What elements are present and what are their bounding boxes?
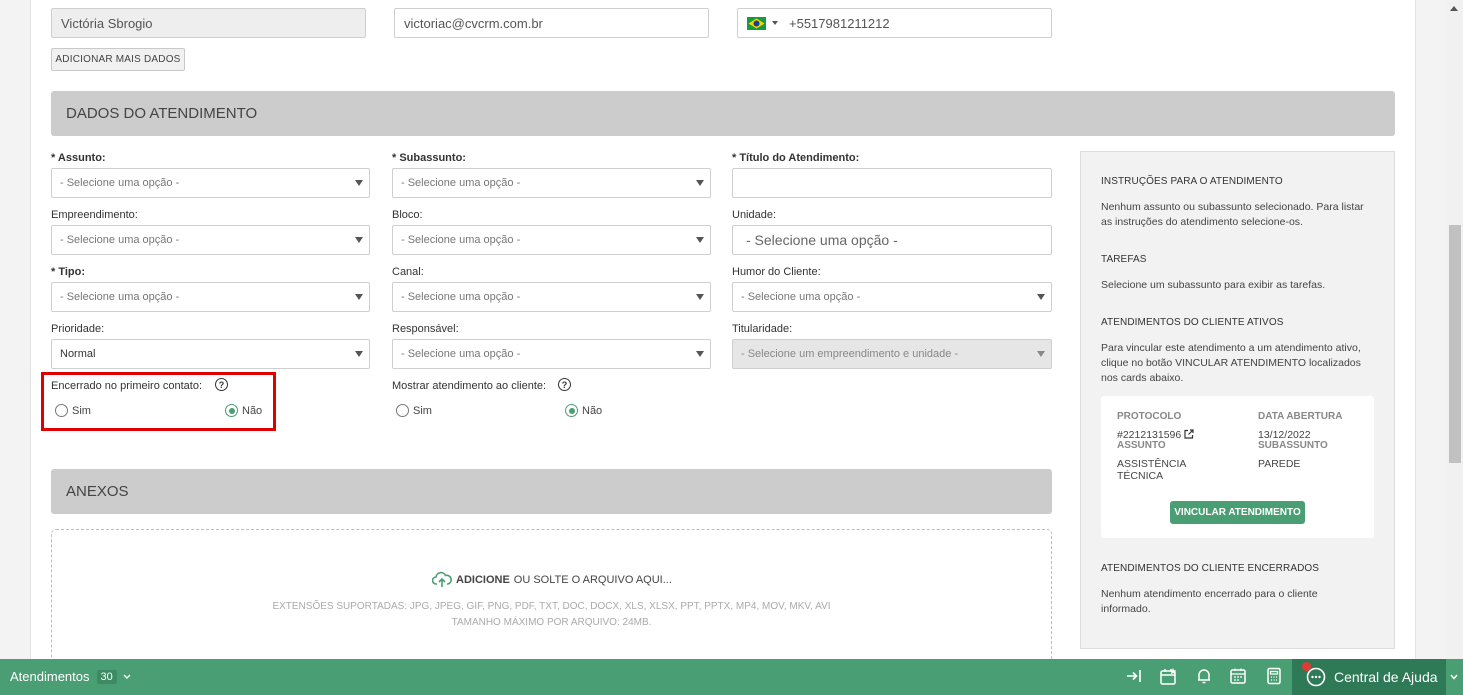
tarefas-title: TAREFAS: [1101, 254, 1147, 265]
prioridade-select[interactable]: Normal: [51, 339, 370, 369]
atendimentos-label: Atendimentos: [10, 669, 90, 684]
mostrar-sim-radio[interactable]: [396, 404, 409, 417]
titulo-input[interactable]: [732, 168, 1052, 198]
ativos-text: Para vincular este atendimento a um aten…: [1101, 342, 1361, 384]
chevron-down-icon: [355, 351, 363, 357]
max-file-size: TAMANHO MÁXIMO POR ARQUIVO: 24MB.: [451, 617, 652, 628]
chevron-down-icon: [355, 294, 363, 300]
mostrar-label: Mostrar atendimento ao cliente:: [392, 380, 547, 392]
mostrar-nao-label[interactable]: Não: [582, 405, 602, 417]
scroll-up-arrow[interactable]: [1450, 6, 1458, 11]
humor-select[interactable]: - Selecione uma opção -: [732, 282, 1052, 312]
help-center-label: Central de Ajuda: [1334, 669, 1438, 685]
unidade-label: Unidade:: [732, 209, 777, 221]
protocolo-header: PROTOCOLO: [1117, 411, 1182, 422]
canal-label: Canal:: [392, 266, 424, 278]
responsavel-select[interactable]: - Selecione uma opção -: [392, 339, 711, 369]
add-file-link[interactable]: ADICIONE: [456, 574, 510, 586]
subassunto-select[interactable]: - Selecione uma opção -: [392, 168, 711, 198]
unidade-select[interactable]: - Selecione uma opção -: [732, 225, 1052, 255]
assunto-value: ASSISTÊNCIA TÉCNICA: [1117, 458, 1186, 482]
chevron-down-icon[interactable]: [772, 21, 778, 25]
brazil-flag-icon[interactable]: [747, 16, 766, 30]
tipo-label: * Tipo:: [51, 266, 86, 278]
bloco-select[interactable]: - Selecione uma opção -: [392, 225, 711, 255]
bloco-label: Bloco:: [392, 209, 423, 221]
upload-line[interactable]: ADICIONE OU SOLTE O ARQUIVO AQUI...: [432, 571, 672, 588]
chevron-down-icon: [1037, 294, 1045, 300]
chevron-down-icon: [696, 180, 704, 186]
mostrar-sim-label[interactable]: Sim: [413, 405, 432, 417]
responsavel-label: Responsável:: [392, 323, 459, 335]
chevron-down-icon: [696, 351, 704, 357]
subassunto-header: SUBASSUNTO: [1258, 440, 1328, 451]
titularidade-label: Titularidade:: [732, 323, 793, 335]
atendimentos-dropdown[interactable]: Atendimentos 30: [10, 669, 132, 684]
empreendimento-select[interactable]: - Selecione uma opção -: [51, 225, 370, 255]
encerrados-text: Nenhum atendimento encerrado para o clie…: [1101, 588, 1318, 615]
encerrado-nao-radio[interactable]: [225, 404, 238, 417]
instrucoes-title: INSTRUÇÕES PARA O ATENDIMENTO: [1101, 176, 1283, 187]
phone-field[interactable]: +5517981211212: [737, 8, 1052, 38]
assunto-label: * Assunto:: [51, 152, 106, 164]
assunto-select[interactable]: - Selecione uma opção -: [51, 168, 370, 198]
chevron-down-icon: [355, 237, 363, 243]
subassunto-value: PAREDE: [1258, 458, 1301, 470]
collapse-chevron-icon[interactable]: [1449, 672, 1459, 682]
section-anexos: ANEXOS: [51, 469, 1052, 514]
client-name-field[interactable]: Victória Sbrogio: [51, 8, 366, 38]
subassunto-label: * Subassunto:: [392, 152, 466, 164]
assunto-header: ASSUNTO: [1117, 440, 1166, 451]
instrucoes-text: Nenhum assunto ou subassunto selecionado…: [1101, 201, 1364, 228]
help-question-icon[interactable]: ?: [215, 378, 228, 391]
encerrado-sim-label[interactable]: Sim: [72, 405, 91, 417]
chevron-down-icon: [1037, 351, 1045, 357]
email-field[interactable]: victoriac@cvcrm.com.br: [394, 8, 709, 38]
bell-icon[interactable]: [1195, 667, 1213, 685]
encerrado-nao-label[interactable]: Não: [242, 405, 262, 417]
canal-select[interactable]: - Selecione uma opção -: [392, 282, 711, 312]
phone-value: +5517981211212: [789, 15, 890, 31]
humor-label: Humor do Cliente:: [732, 266, 821, 278]
cloud-upload-icon: [432, 571, 452, 587]
help-question-icon[interactable]: ?: [558, 378, 571, 391]
titularidade-select: - Selecione um empreendimento e unidade …: [732, 339, 1052, 369]
bottom-bar: Atendimentos 30 Central de Ajuda: [0, 659, 1463, 695]
encerrado-sim-radio[interactable]: [55, 404, 68, 417]
help-center-button[interactable]: Central de Ajuda: [1292, 659, 1446, 695]
scroll-thumb[interactable]: [1449, 225, 1461, 463]
chevron-down-icon: [696, 294, 704, 300]
file-dropzone[interactable]: [51, 529, 1052, 669]
ativos-title: ATENDIMENTOS DO CLIENTE ATIVOS: [1101, 317, 1284, 328]
sign-in-icon[interactable]: [1125, 667, 1143, 685]
vincular-atendimento-button[interactable]: VINCULAR ATENDIMENTO: [1170, 501, 1305, 524]
atendimentos-count: 30: [96, 669, 117, 684]
mostrar-nao-radio[interactable]: [565, 404, 578, 417]
empreendimento-label: Empreendimento:: [51, 209, 138, 221]
encerrados-title: ATENDIMENTOS DO CLIENTE ENCERRADOS: [1101, 563, 1320, 574]
prioridade-label: Prioridade:: [51, 323, 105, 335]
calendar-star-icon[interactable]: [1159, 667, 1179, 687]
notification-dot: [1302, 662, 1311, 671]
external-link-icon[interactable]: [1184, 429, 1194, 439]
supported-extensions: EXTENSÕES SUPORTADAS: JPG, JPEG, GIF, PN…: [272, 601, 831, 612]
chevron-down-icon: [355, 180, 363, 186]
titulo-label: * Título do Atendimento:: [732, 152, 860, 164]
calendar-icon[interactable]: [1229, 667, 1247, 685]
data-abertura-header: DATA ABERTURA: [1258, 411, 1343, 422]
encerrado-label: Encerrado no primeiro contato:: [51, 380, 203, 392]
section-dados-atendimento: DADOS DO ATENDIMENTO: [51, 91, 1395, 136]
chevron-down-icon: [696, 237, 704, 243]
add-more-data-button[interactable]: ADICIONAR MAIS DADOS: [51, 48, 185, 71]
tipo-select[interactable]: - Selecione uma opção -: [51, 282, 370, 312]
chevron-down-icon: [123, 674, 131, 679]
drop-text: OU SOLTE O ARQUIVO AQUI...: [513, 573, 672, 586]
tarefas-text: Selecione um subassunto para exibir as t…: [1101, 279, 1326, 291]
calculator-icon[interactable]: [1265, 667, 1283, 685]
